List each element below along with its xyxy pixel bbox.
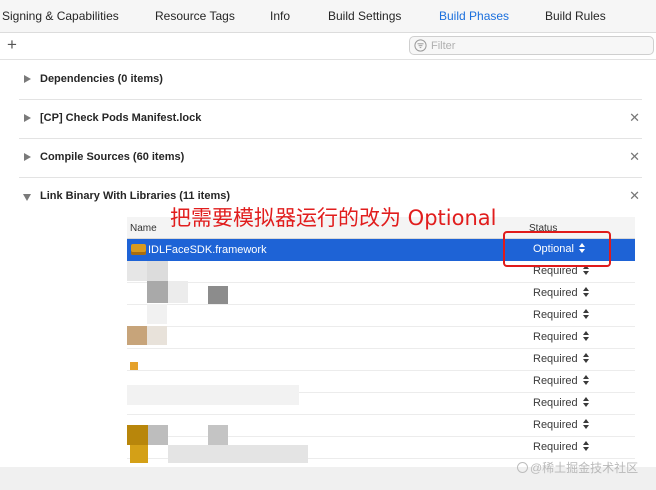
redacted-pixel-block <box>168 281 188 303</box>
library-name: IDLFaceSDK.framework <box>148 244 267 256</box>
status-value: Required <box>533 441 578 453</box>
close-icon[interactable]: ✕ <box>629 188 640 204</box>
redacted-pixel-block <box>127 385 299 405</box>
status-popup[interactable]: Required <box>533 331 589 343</box>
status-value: Required <box>533 287 578 299</box>
phase-compile-sources[interactable]: Compile Sources (60 items) ✕ <box>19 139 642 178</box>
tab-signing-capabilities[interactable]: Signing & Capabilities <box>2 9 119 23</box>
redacted-pixel-block <box>130 445 148 463</box>
redacted-pixel-block <box>147 281 168 303</box>
status-popup[interactable]: Required <box>533 441 589 453</box>
table-row[interactable]: Required <box>127 283 635 305</box>
table-row[interactable]: Required <box>127 415 635 437</box>
up-down-arrow-icon <box>582 441 589 451</box>
status-value: Required <box>533 375 578 387</box>
annotation-text: 把需要模拟器运行的改为 Optional <box>170 206 497 230</box>
plus-icon[interactable]: + <box>7 35 17 55</box>
filter-field[interactable] <box>409 36 654 55</box>
table-row[interactable]: Required <box>127 327 635 349</box>
status-popup[interactable]: Required <box>533 353 589 365</box>
status-popup[interactable]: Required <box>533 397 589 409</box>
phase-check-pods-manifest[interactable]: [CP] Check Pods Manifest.lock ✕ <box>19 100 642 139</box>
up-down-arrow-icon <box>582 287 589 297</box>
filter-input[interactable] <box>431 38 646 53</box>
redacted-pixel-block <box>148 425 168 445</box>
up-down-arrow-icon <box>582 419 589 429</box>
redacted-pixel-block <box>127 326 147 345</box>
tab-resource-tags[interactable]: Resource Tags <box>155 9 235 23</box>
column-header-name[interactable]: Name <box>130 223 157 234</box>
build-phases-toolbar: + <box>0 33 656 60</box>
status-value: Required <box>533 331 578 343</box>
table-row[interactable]: Required <box>127 349 635 371</box>
redacted-pixel-block <box>208 286 228 304</box>
status-value: Required <box>533 419 578 431</box>
up-down-arrow-icon <box>582 397 589 407</box>
redacted-pixel-block <box>130 362 138 370</box>
tab-info[interactable]: Info <box>270 9 290 23</box>
tab-build-settings[interactable]: Build Settings <box>328 9 401 23</box>
disclosure-triangle-icon[interactable] <box>24 114 31 122</box>
phase-title: [CP] Check Pods Manifest.lock <box>40 112 202 124</box>
editor-tab-bar: Signing & Capabilities Resource Tags Inf… <box>0 0 656 33</box>
watermark: @稀土掘金技术社区 <box>517 459 638 476</box>
filter-icon <box>414 39 427 52</box>
disclosure-triangle-icon[interactable] <box>24 75 31 83</box>
disclosure-triangle-icon[interactable] <box>24 153 31 161</box>
status-popup[interactable]: Required <box>533 419 589 431</box>
watermark-text: @稀土掘金技术社区 <box>530 461 639 475</box>
redacted-pixel-block <box>147 261 168 281</box>
redacted-pixel-block <box>147 304 167 324</box>
tab-build-rules[interactable]: Build Rules <box>545 9 606 23</box>
disclosure-triangle-icon[interactable] <box>23 194 31 201</box>
status-value: Required <box>533 309 578 321</box>
phase-title: Link Binary With Libraries (11 items) <box>40 190 231 202</box>
up-down-arrow-icon <box>582 375 589 385</box>
table-row[interactable]: Required <box>127 305 635 327</box>
phase-title: Dependencies (0 items) <box>40 73 163 85</box>
tab-build-phases[interactable]: Build Phases <box>439 9 509 23</box>
redacted-pixel-block <box>208 425 228 445</box>
annotation-highlight-box <box>503 231 611 267</box>
phase-dependencies[interactable]: Dependencies (0 items) <box>19 61 642 100</box>
redacted-pixel-block <box>147 326 167 345</box>
redacted-pixel-block <box>127 425 148 445</box>
watermark-icon <box>517 462 528 473</box>
status-value: Required <box>533 397 578 409</box>
up-down-arrow-icon <box>582 353 589 363</box>
status-popup[interactable]: Required <box>533 309 589 321</box>
status-popup[interactable]: Required <box>533 287 589 299</box>
status-value: Required <box>533 353 578 365</box>
redacted-pixel-block <box>127 261 147 281</box>
phase-title: Compile Sources (60 items) <box>40 151 185 163</box>
up-down-arrow-icon <box>582 309 589 319</box>
redacted-pixel-block <box>168 445 308 463</box>
status-popup[interactable]: Required <box>533 375 589 387</box>
close-icon[interactable]: ✕ <box>629 110 640 126</box>
close-icon[interactable]: ✕ <box>629 149 640 165</box>
framework-icon <box>131 244 146 255</box>
up-down-arrow-icon <box>582 331 589 341</box>
